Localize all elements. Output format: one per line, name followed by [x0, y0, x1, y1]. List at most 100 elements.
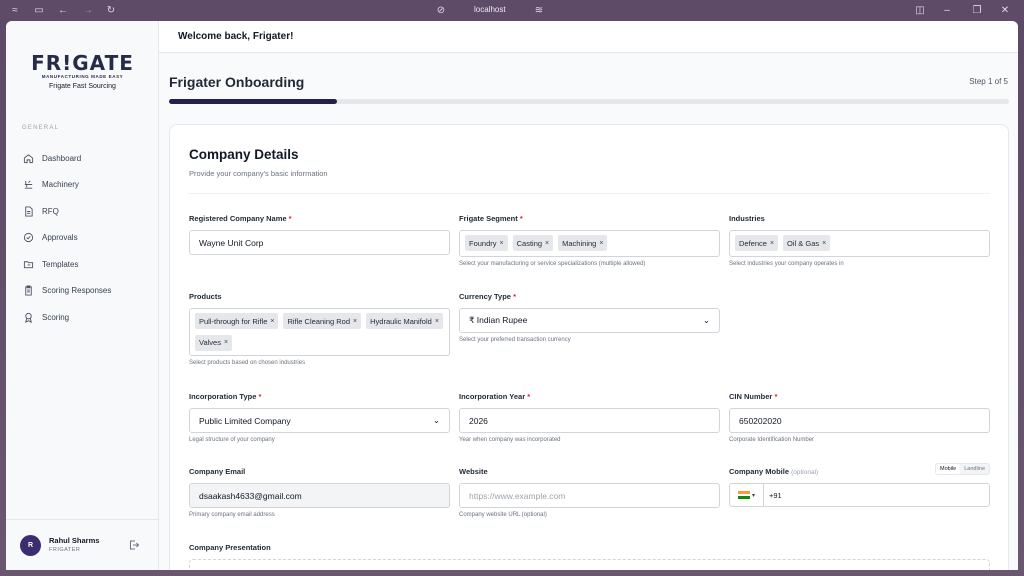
award-icon — [22, 311, 34, 323]
remove-tag-icon[interactable]: × — [545, 240, 549, 247]
incorporation-type-select[interactable]: Public Limited Company ⌄ — [189, 408, 450, 433]
remove-tag-icon[interactable]: × — [353, 318, 357, 325]
sidebar-toggle-icon[interactable]: ▭ — [33, 4, 45, 16]
logout-icon[interactable] — [128, 538, 140, 550]
sidebar-item-approvals[interactable]: Approvals — [22, 225, 152, 252]
presentation-upload-dropzone[interactable] — [189, 559, 990, 570]
tag-chip: Rifle Cleaning Rod × — [283, 313, 362, 329]
split-view-icon[interactable]: ◫ — [914, 4, 926, 16]
products-multiselect[interactable]: Pull-through for Rifle × Rifle Cleaning R… — [189, 308, 450, 356]
progress-bar-fill — [169, 99, 337, 104]
sidebar-item-scoring-responses[interactable]: Scoring Responses — [22, 278, 152, 305]
address-bar[interactable]: localhost — [474, 5, 506, 14]
remove-tag-icon[interactable]: × — [270, 318, 274, 325]
tag-chip: Defence × — [735, 235, 779, 251]
sidebar-item-label: Scoring Responses — [42, 286, 112, 296]
mobile-input-group: ▾ +91 — [729, 483, 990, 507]
sidebar-item-templates[interactable]: Templates — [22, 251, 152, 278]
link-icon[interactable]: ⊘ — [435, 4, 447, 16]
tag-chip: Valves × — [195, 334, 233, 351]
sidebar-item-rfq[interactable]: RFQ — [22, 198, 152, 225]
sidebar-item-label: Scoring — [42, 312, 70, 322]
company-email-input[interactable]: dsaakash4633@gmail.com — [189, 483, 450, 508]
browser-logo-icon[interactable]: ≈ — [9, 4, 21, 16]
sidebar-item-machinery[interactable]: Machinery — [22, 172, 152, 199]
industries-multiselect[interactable]: Defence × Oil & Gas × — [729, 230, 990, 257]
registered-name-field: Registered Company Name * Wayne Unit Cor… — [189, 214, 450, 255]
remove-tag-icon[interactable]: × — [224, 339, 228, 346]
close-icon[interactable]: ✕ — [999, 4, 1011, 16]
field-label: Company Presentation — [189, 543, 271, 552]
tag-chip: Pull-through for Rifle × — [195, 313, 279, 329]
tag-chip: Oil & Gas × — [783, 235, 831, 251]
logo-subtitle: Frigate Fast Sourcing — [49, 83, 116, 90]
welcome-message: Welcome back, Frigater! — [178, 31, 294, 42]
step-indicator: Step 1 of 5 — [969, 77, 1008, 86]
website-input[interactable]: https://www.example.com — [459, 483, 720, 508]
country-code-select[interactable]: ▾ — [730, 484, 764, 506]
logo-tagline: MANUFACTURING MADE EASY — [41, 74, 124, 79]
sidebar-nav: Dashboard Machinery RFQ Approvals Templa… — [22, 145, 152, 331]
field-label: Incorporation Type * — [189, 392, 262, 401]
segment-field: Frigate Segment * Foundry × Casting × Mach… — [459, 214, 720, 267]
user-name: Rahul Sharms — [49, 536, 100, 545]
incorporation-type-field: Incorporation Type * Public Limited Comp… — [189, 392, 450, 443]
tag-chip: Casting × — [512, 235, 554, 251]
minimize-icon[interactable]: – — [941, 4, 953, 16]
field-hint: Primary company email address — [189, 512, 275, 518]
remove-tag-icon[interactable]: × — [599, 240, 603, 247]
tag-chip: Foundry × — [465, 235, 508, 251]
check-circle-icon — [22, 232, 34, 244]
home-icon — [22, 152, 34, 164]
avatar[interactable]: R — [20, 535, 41, 556]
nav-section-heading: GENERAL — [22, 125, 60, 131]
sidebar-item-label: RFQ — [42, 206, 59, 216]
field-label: Industries — [729, 214, 765, 223]
back-icon[interactable]: ← — [57, 4, 69, 16]
segment-multiselect[interactable]: Foundry × Casting × Machining × — [459, 230, 720, 257]
sidebar-item-dashboard[interactable]: Dashboard — [22, 145, 152, 172]
sidebar-item-label: Templates — [42, 259, 79, 269]
brand-logo[interactable]: FR!GATE MANUFACTURING MADE EASY Frigate … — [6, 51, 159, 90]
sidebar-item-scoring[interactable]: Scoring — [22, 304, 152, 331]
cin-field: CIN Number * 650202020 Corporate Identif… — [729, 392, 990, 443]
cin-input[interactable]: 650202020 — [729, 408, 990, 433]
registered-name-input[interactable]: Wayne Unit Corp — [189, 230, 450, 255]
sidebar: FR!GATE MANUFACTURING MADE EASY Frigate … — [6, 21, 159, 570]
india-flag-icon — [737, 491, 750, 500]
incorporation-year-input[interactable]: 2026 — [459, 408, 720, 433]
mobile-input[interactable]: +91 — [769, 491, 782, 500]
browser-toolbar: ≈ ▭ ← → ↻ ⊘ localhost ≋ ◫ – ❐ ✕ — [0, 0, 1024, 21]
site-settings-icon[interactable]: ≋ — [533, 4, 545, 16]
mobile-field: Company Mobile (optional) Mobile Landlin… — [729, 463, 990, 507]
remove-tag-icon[interactable]: × — [500, 240, 504, 247]
website-field: Website https://www.example.com Company … — [459, 467, 720, 518]
user-profile: R Rahul Sharms FRIGATER — [6, 519, 159, 570]
maximize-icon[interactable]: ❐ — [971, 4, 983, 16]
field-hint: Legal structure of your company — [189, 437, 275, 443]
toggle-landline[interactable]: Landline — [960, 464, 989, 474]
forward-icon[interactable]: → — [82, 4, 94, 16]
currency-select[interactable]: ₹ Indian Rupee ⌄ — [459, 308, 720, 333]
field-label: Registered Company Name * — [189, 214, 292, 223]
company-details-card: Company Details Provide your company's b… — [169, 124, 1009, 570]
field-hint: Year when company was incorporated — [459, 437, 561, 443]
products-field: Products Pull-through for Rifle × Rifle C… — [189, 292, 450, 366]
remove-tag-icon[interactable]: × — [822, 240, 826, 247]
field-label: Products — [189, 292, 222, 301]
field-hint: Company website URL (optional) — [459, 512, 547, 518]
remove-tag-icon[interactable]: × — [435, 318, 439, 325]
sidebar-item-label: Approvals — [42, 233, 78, 243]
field-hint: Select products based on chosen industri… — [189, 360, 306, 366]
email-field: Company Email dsaakash4633@gmail.com Pri… — [189, 467, 450, 518]
sidebar-item-label: Dashboard — [42, 153, 82, 163]
field-label: Incorporation Year * — [459, 392, 531, 401]
progress-bar — [169, 99, 1009, 104]
reload-icon[interactable]: ↻ — [105, 4, 117, 16]
remove-tag-icon[interactable]: × — [770, 240, 774, 247]
user-role: FRIGATER — [49, 547, 81, 553]
field-label: Currency Type * — [459, 292, 516, 301]
toggle-mobile[interactable]: Mobile — [936, 464, 961, 474]
presentation-field: Company Presentation — [189, 543, 450, 555]
tag-chip: Hydraulic Manifold × — [366, 313, 443, 329]
